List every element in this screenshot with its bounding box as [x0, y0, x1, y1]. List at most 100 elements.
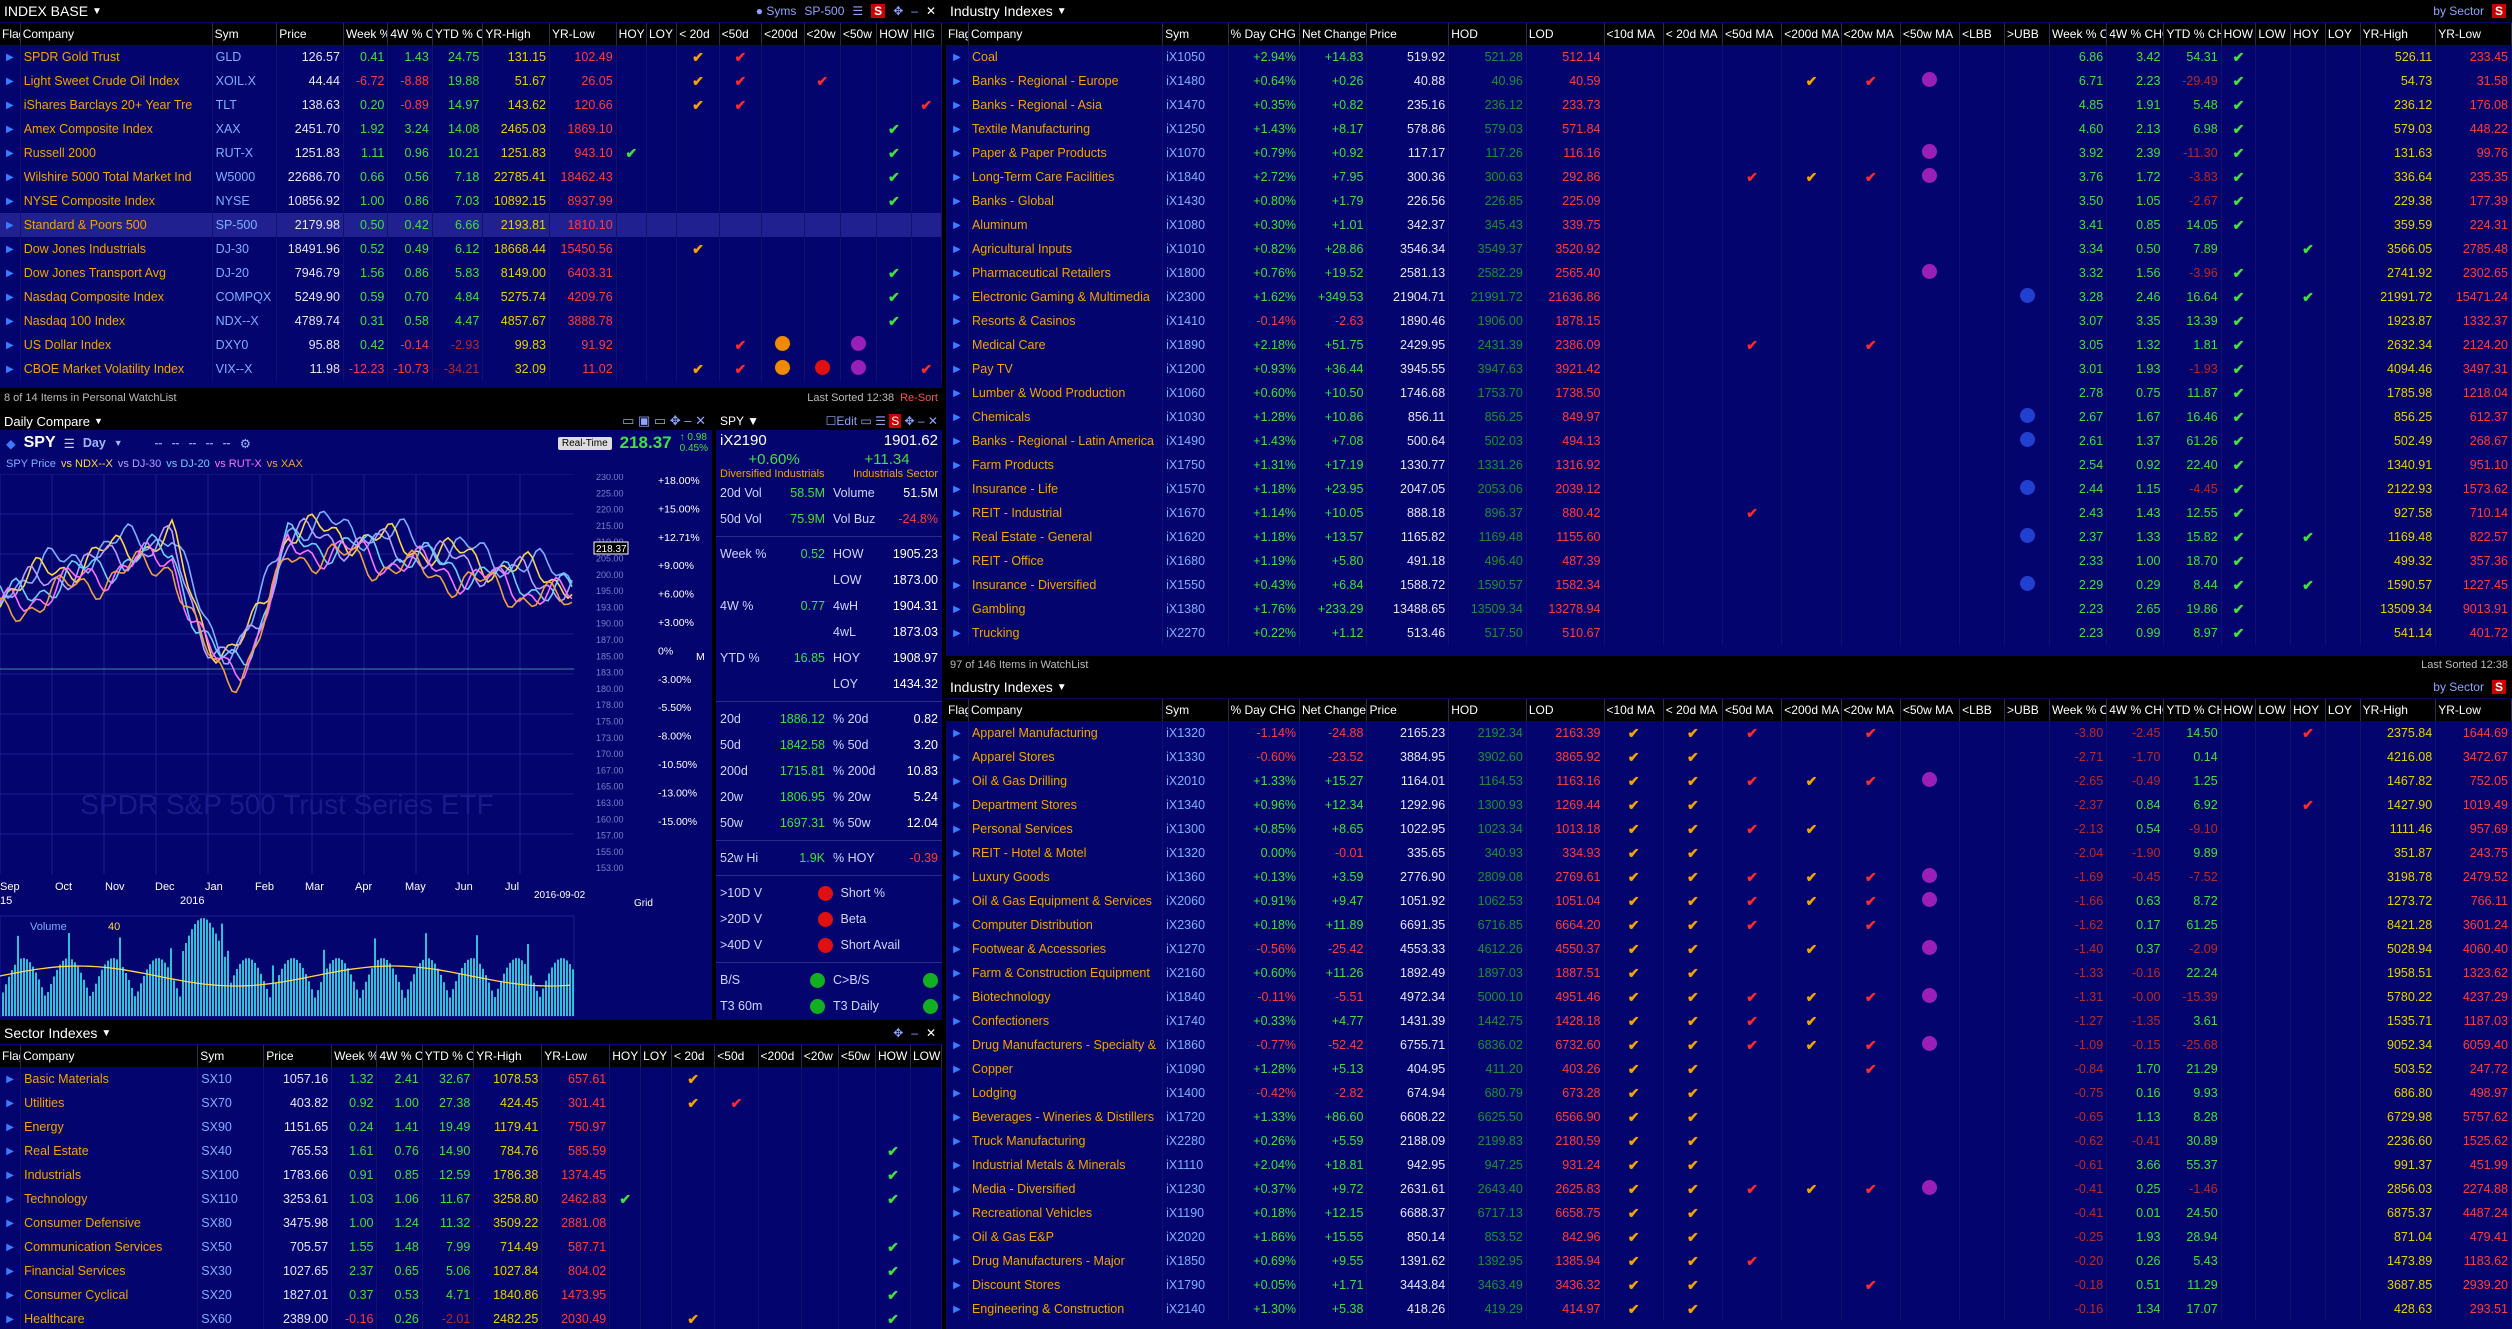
symbol[interactable]: iX1740	[1162, 1009, 1229, 1033]
column-header[interactable]: Net Change	[1299, 699, 1368, 721]
column-header[interactable]: <50w MA	[1900, 23, 1961, 45]
company-name[interactable]: Discount Stores	[968, 1273, 1164, 1297]
symbol[interactable]: W5000	[212, 165, 278, 189]
legend-item[interactable]: SPY Price	[6, 458, 56, 474]
flag-icon[interactable]: ▶	[946, 429, 969, 453]
company-name[interactable]: Gambling	[968, 597, 1164, 621]
column-header[interactable]: <50d	[719, 23, 763, 45]
flag-icon[interactable]: ▶	[946, 721, 969, 745]
by-sector-button[interactable]: by Sector	[2433, 680, 2484, 694]
table-row[interactable]: ▶ Coal iX1050 +2.94% +14.83 519.92 521.28 512.1…	[946, 45, 2512, 69]
symbol[interactable]: iX1400	[1162, 1081, 1229, 1105]
company-name[interactable]: Textile Manufacturing	[968, 117, 1164, 141]
table-row[interactable]: ▶ Banks - Global iX1430 +0.80% +1.79 226.56 22…	[946, 189, 2512, 213]
column-header[interactable]: HOY	[616, 23, 647, 45]
table-row[interactable]: ▶ Footwear & Accessories iX1270 -0.56% -25.4…	[946, 937, 2512, 961]
company-name[interactable]: Medical Care	[968, 333, 1164, 357]
price-compare-chart[interactable]: SPDR S&P 500 Trust Series ETF230.00225.0…	[0, 474, 712, 1020]
symbol[interactable]: NDX--X	[212, 309, 278, 333]
company-name[interactable]: Farm Products	[968, 453, 1164, 477]
table-row[interactable]: ▶ Real Estate SX40 765.53 1.61 0.76 14.90 784.7…	[0, 1139, 942, 1163]
column-header[interactable]: HOY	[609, 1045, 642, 1067]
chart-period[interactable]: Day	[83, 436, 106, 450]
symbol[interactable]: iX1550	[1162, 573, 1229, 597]
column-header[interactable]: HOW	[2221, 23, 2257, 45]
table-row[interactable]: ▶ REIT - Industrial iX1670 +1.14% +10.05 888.…	[946, 501, 2512, 525]
column-header[interactable]: HOW	[875, 1045, 911, 1067]
column-header[interactable]: Week % CHG	[2049, 23, 2108, 45]
symbol[interactable]: SX110	[197, 1187, 265, 1211]
flag-icon[interactable]: ▶	[946, 117, 969, 141]
close-icon[interactable]: ✕	[926, 4, 936, 18]
symbol[interactable]: GLD	[212, 45, 278, 69]
symbol[interactable]: iX1070	[1162, 141, 1229, 165]
symbol[interactable]: iX1090	[1162, 1057, 1229, 1081]
company-name[interactable]: Drug Manufacturers - Major	[968, 1249, 1164, 1273]
symbol[interactable]: iX1840	[1162, 165, 1229, 189]
company-name[interactable]: Copper	[968, 1057, 1164, 1081]
column-header[interactable]: HOY	[2290, 699, 2326, 721]
symbol[interactable]: iX1320	[1162, 841, 1229, 865]
symbol[interactable]: iX1200	[1162, 357, 1229, 381]
flag-icon[interactable]: ▶	[946, 1081, 969, 1105]
flag-icon[interactable]: ▶	[946, 1297, 969, 1321]
symbol[interactable]: iX1790	[1162, 1273, 1229, 1297]
resort-button[interactable]: Re-Sort	[900, 392, 938, 404]
company-name[interactable]: Utilities	[20, 1091, 199, 1115]
table-row[interactable]: ▶ Wilshire 5000 Total Market Ind W5000 2268…	[0, 165, 942, 189]
column-header[interactable]: <50d MA	[1722, 699, 1783, 721]
column-header[interactable]: YTD % CHG	[422, 1045, 475, 1067]
close-icon[interactable]: ✕	[926, 1026, 936, 1040]
signal-icon[interactable]: S	[2491, 4, 2506, 18]
company-name[interactable]: Engineering & Construction	[968, 1297, 1164, 1321]
column-header[interactable]: Price	[276, 23, 344, 45]
company-name[interactable]: Basic Materials	[20, 1067, 199, 1091]
sym-filter[interactable]: SP-500	[804, 4, 844, 18]
column-header[interactable]: Week % CHG	[2049, 699, 2108, 721]
table-row[interactable]: ▶ Beverages - Wineries & Distillers iX1720…	[946, 1105, 2512, 1129]
flag-icon[interactable]: ▶	[0, 165, 21, 189]
table-row[interactable]: ▶ Biotechnology iX1840 -0.11% -5.51 4972.34 50…	[946, 985, 2512, 1009]
table-row[interactable]: ▶ Trucking iX2270 +0.22% +1.12 513.46 517.50 51…	[946, 621, 2512, 645]
column-header[interactable]: <200d MA	[1781, 699, 1842, 721]
dropdown-arrow-icon[interactable]: ▼	[92, 6, 102, 17]
dropdown-arrow-icon[interactable]: ▼	[114, 438, 123, 448]
column-header[interactable]: YR-Low	[549, 23, 617, 45]
symbol[interactable]: iX1750	[1162, 453, 1229, 477]
symbol[interactable]: iX1340	[1162, 793, 1229, 817]
column-header[interactable]: Flag	[946, 23, 969, 45]
flag-icon[interactable]: ▶	[946, 985, 969, 1009]
company-name[interactable]: Confectioners	[968, 1009, 1164, 1033]
table-row[interactable]: ▶ Lumber & Wood Production iX1060 +0.60% +10…	[946, 381, 2512, 405]
company-name[interactable]: Healthcare	[20, 1307, 199, 1329]
table-row[interactable]: ▶ Discount Stores iX1790 +0.05% +1.71 3443.84…	[946, 1273, 2512, 1297]
symbol[interactable]: SX40	[197, 1139, 265, 1163]
flag-icon[interactable]: ▶	[946, 477, 969, 501]
column-header[interactable]: YR-Low	[2435, 699, 2512, 721]
column-header[interactable]: Sym	[212, 23, 278, 45]
symbol[interactable]: iX1850	[1162, 1249, 1229, 1273]
column-header[interactable]: HOY	[2290, 23, 2326, 45]
symbol[interactable]: iX2360	[1162, 913, 1229, 937]
column-header[interactable]: Net Change	[1299, 23, 1368, 45]
company-name[interactable]: Aluminum	[968, 213, 1164, 237]
symbol[interactable]: iX1670	[1162, 501, 1229, 525]
column-header[interactable]: < 20d MA	[1663, 699, 1724, 721]
dropdown-arrow-icon[interactable]: ▼	[94, 416, 103, 426]
signal-icon[interactable]: S	[2491, 680, 2506, 694]
industry-top-title[interactable]: Industry Indexes	[950, 3, 1053, 19]
table-row[interactable]: ▶ Recreational Vehicles iX1190 +0.18% +12.15…	[946, 1201, 2512, 1225]
flag-icon[interactable]: ▶	[0, 213, 21, 237]
symbol[interactable]: iX1250	[1162, 117, 1229, 141]
flag-icon[interactable]: ▶	[946, 937, 969, 961]
table-row[interactable]: ▶ Computer Distribution iX2360 +0.18% +11.89…	[946, 913, 2512, 937]
symbol[interactable]: RUT-X	[212, 141, 278, 165]
flag-icon[interactable]: ▶	[946, 1009, 969, 1033]
column-header[interactable]: LOY	[2325, 699, 2361, 721]
flag-icon[interactable]: ▶	[946, 45, 969, 69]
sector-title[interactable]: Sector Indexes	[4, 1025, 97, 1041]
company-name[interactable]: Standard & Poors 500	[20, 213, 213, 237]
column-header[interactable]: Sym	[1162, 23, 1229, 45]
symbol[interactable]: iX1060	[1162, 381, 1229, 405]
chart-window-controls[interactable]: ▭ ▣ ▭ ✥ – ✕	[622, 413, 712, 429]
